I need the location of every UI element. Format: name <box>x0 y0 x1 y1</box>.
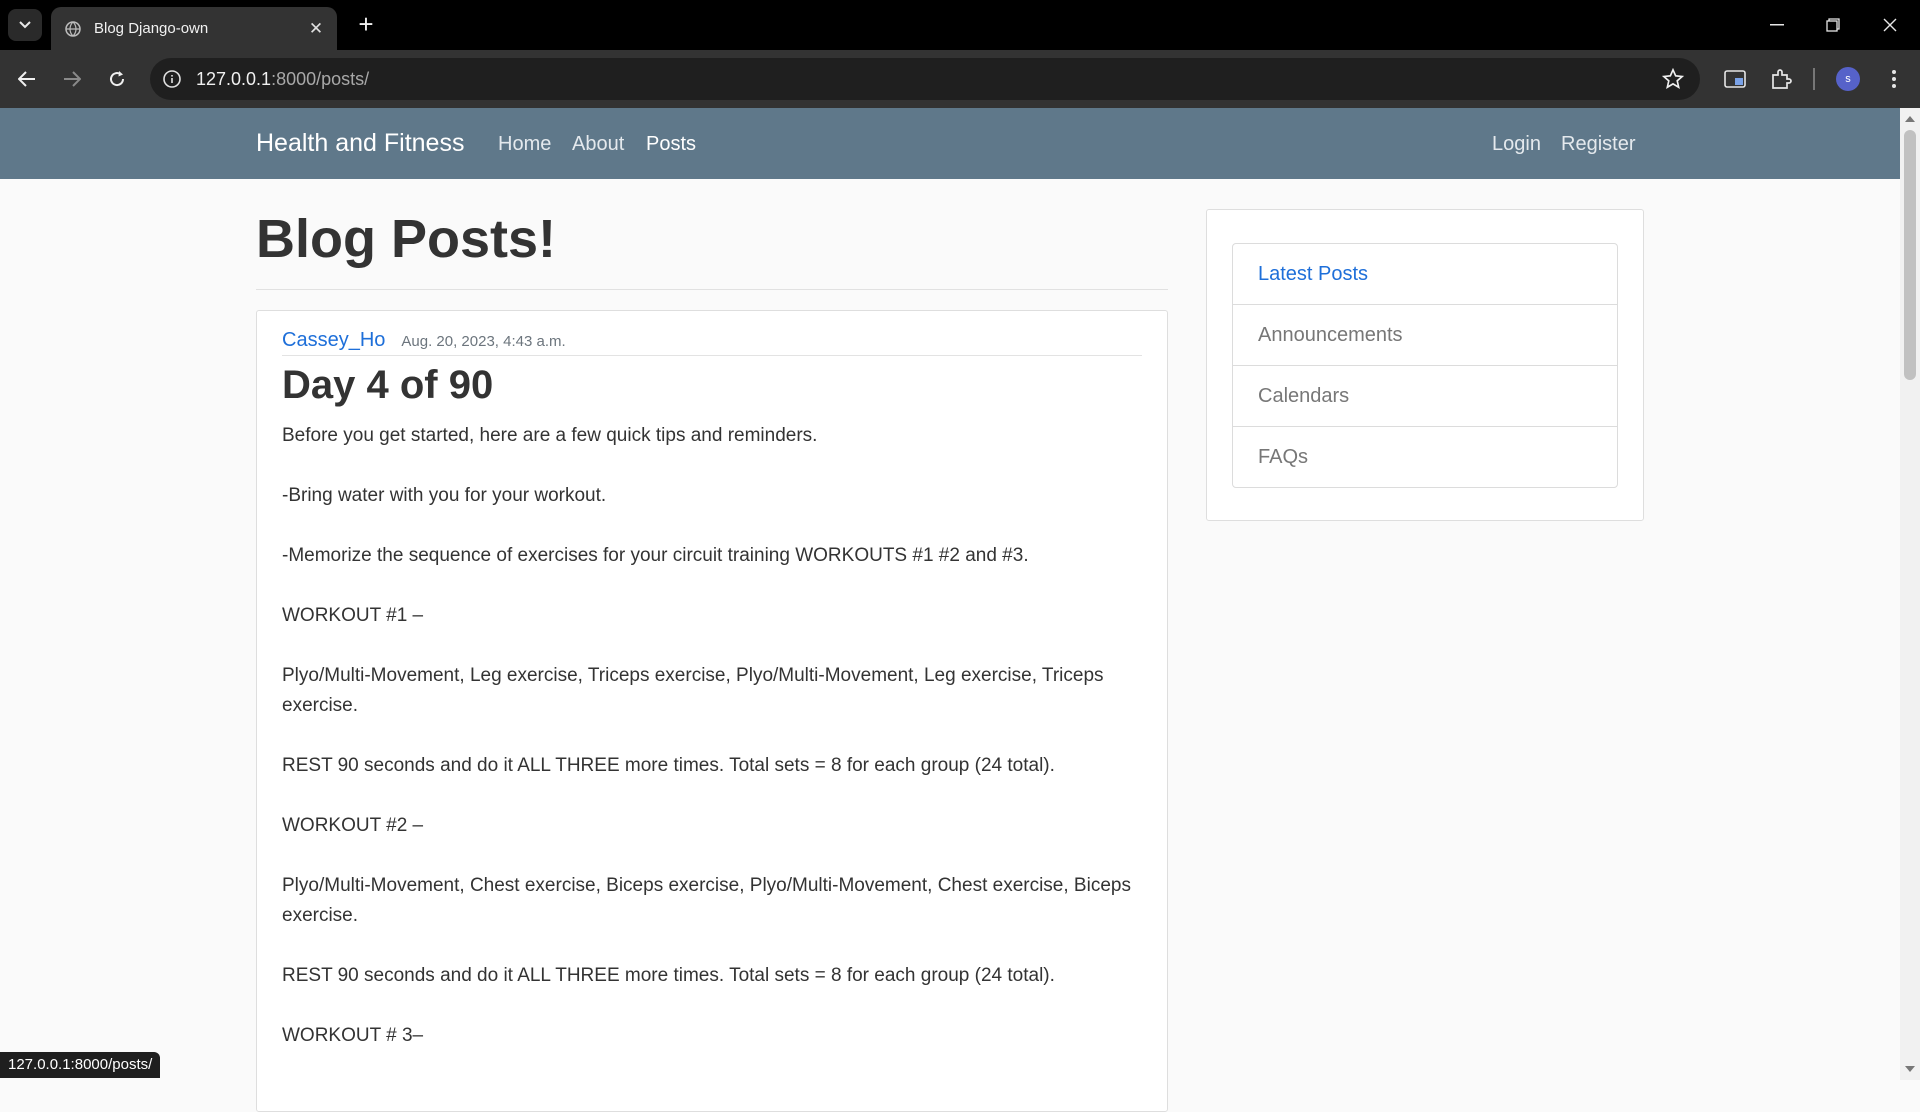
page-scrollbar[interactable] <box>1900 108 1920 1080</box>
new-tab-icon[interactable]: + <box>354 11 378 37</box>
more-menu-icon[interactable] <box>1881 66 1907 92</box>
post-paragraph: -Memorize the sequence of exercises for … <box>282 545 1029 566</box>
browser-tab[interactable]: Blog Django-own ✕ <box>51 7 337 50</box>
toolbar-separator <box>1813 68 1815 90</box>
post-paragraph: Plyo/Multi-Movement, Chest exercise, Bic… <box>282 875 1131 926</box>
post-paragraph: Before you get started, here are a few q… <box>282 425 818 446</box>
url-text: 127.0.0.1:8000/posts/ <box>196 68 370 89</box>
post-author-link[interactable]: Cassey_Ho <box>282 329 385 352</box>
browser-tab-bar: Blog Django-own ✕ + <box>0 0 1920 50</box>
sidebar-item-faqs[interactable]: FAQs <box>1233 427 1617 487</box>
extensions-icon[interactable] <box>1768 66 1794 92</box>
address-bar[interactable]: 127.0.0.1:8000/posts/ <box>150 58 1700 100</box>
profile-avatar[interactable]: s <box>1836 67 1860 91</box>
nav-register[interactable]: Register <box>1561 133 1635 156</box>
status-url-tooltip: 127.0.0.1:8000/posts/ <box>0 1052 161 1078</box>
nav-home[interactable]: Home <box>498 133 551 156</box>
sidebar-list: Latest Posts Announcements Calendars FAQ… <box>1232 243 1618 488</box>
post-body: Before you get started, here are a few q… <box>282 421 1152 1081</box>
globe-icon <box>65 20 81 37</box>
post-paragraph: WORKOUT #2 – <box>282 815 424 836</box>
scroll-thumb[interactable] <box>1904 130 1916 380</box>
nav-posts[interactable]: Posts <box>646 133 696 156</box>
site-brand[interactable]: Health and Fitness <box>256 129 464 158</box>
post-paragraph: -Bring water with you for your workout. <box>282 485 607 506</box>
title-divider <box>256 289 1168 290</box>
forward-arrow-icon[interactable] <box>59 66 85 92</box>
sidebar-item-calendars[interactable]: Calendars <box>1233 366 1617 427</box>
media-icon[interactable] <box>1722 66 1748 92</box>
post-paragraph: REST 90 seconds and do it ALL THREE more… <box>282 965 1055 986</box>
post-date: Aug. 20, 2023, 4:43 a.m. <box>401 333 566 350</box>
post-meta: Cassey_Ho Aug. 20, 2023, 4:43 a.m. <box>282 329 566 352</box>
chevron-down-icon <box>19 21 31 29</box>
sidebar-item-announcements[interactable]: Announcements <box>1233 305 1617 366</box>
nav-about[interactable]: About <box>572 133 624 156</box>
nav-login[interactable]: Login <box>1492 133 1541 156</box>
tab-search-button[interactable] <box>8 9 42 41</box>
browser-toolbar: 127.0.0.1:8000/posts/ <box>0 50 1920 108</box>
post-paragraph: REST 90 seconds and do it ALL THREE more… <box>282 755 1055 776</box>
post-title[interactable]: Day 4 of 90 <box>282 363 493 408</box>
back-arrow-icon[interactable] <box>14 66 40 92</box>
bookmark-star-icon[interactable] <box>1662 68 1684 90</box>
close-tab-icon[interactable]: ✕ <box>305 18 327 40</box>
site-info-icon[interactable] <box>162 69 182 89</box>
sidebar-item-latest-posts[interactable]: Latest Posts <box>1233 244 1617 305</box>
scroll-down-icon[interactable] <box>1905 1066 1915 1072</box>
sidebar: Latest Posts Announcements Calendars FAQ… <box>1206 209 1644 521</box>
close-window-icon[interactable] <box>1870 10 1910 40</box>
site-navbar: Health and Fitness Home About Posts Logi… <box>0 108 1900 179</box>
reload-icon[interactable] <box>104 66 130 92</box>
post-paragraph: WORKOUT #1 – <box>282 605 424 626</box>
page-title: Blog Posts! <box>256 209 557 269</box>
meta-divider <box>282 355 1142 356</box>
post-paragraph: Plyo/Multi-Movement, Leg exercise, Trice… <box>282 665 1104 716</box>
restore-icon[interactable] <box>1813 10 1853 40</box>
post-paragraph: WORKOUT # 3– <box>282 1025 424 1046</box>
scroll-up-icon[interactable] <box>1905 116 1915 122</box>
minimize-icon[interactable] <box>1757 10 1797 40</box>
tab-title: Blog Django-own <box>94 20 209 37</box>
post-card: Cassey_Ho Aug. 20, 2023, 4:43 a.m. Day 4… <box>256 310 1168 1112</box>
